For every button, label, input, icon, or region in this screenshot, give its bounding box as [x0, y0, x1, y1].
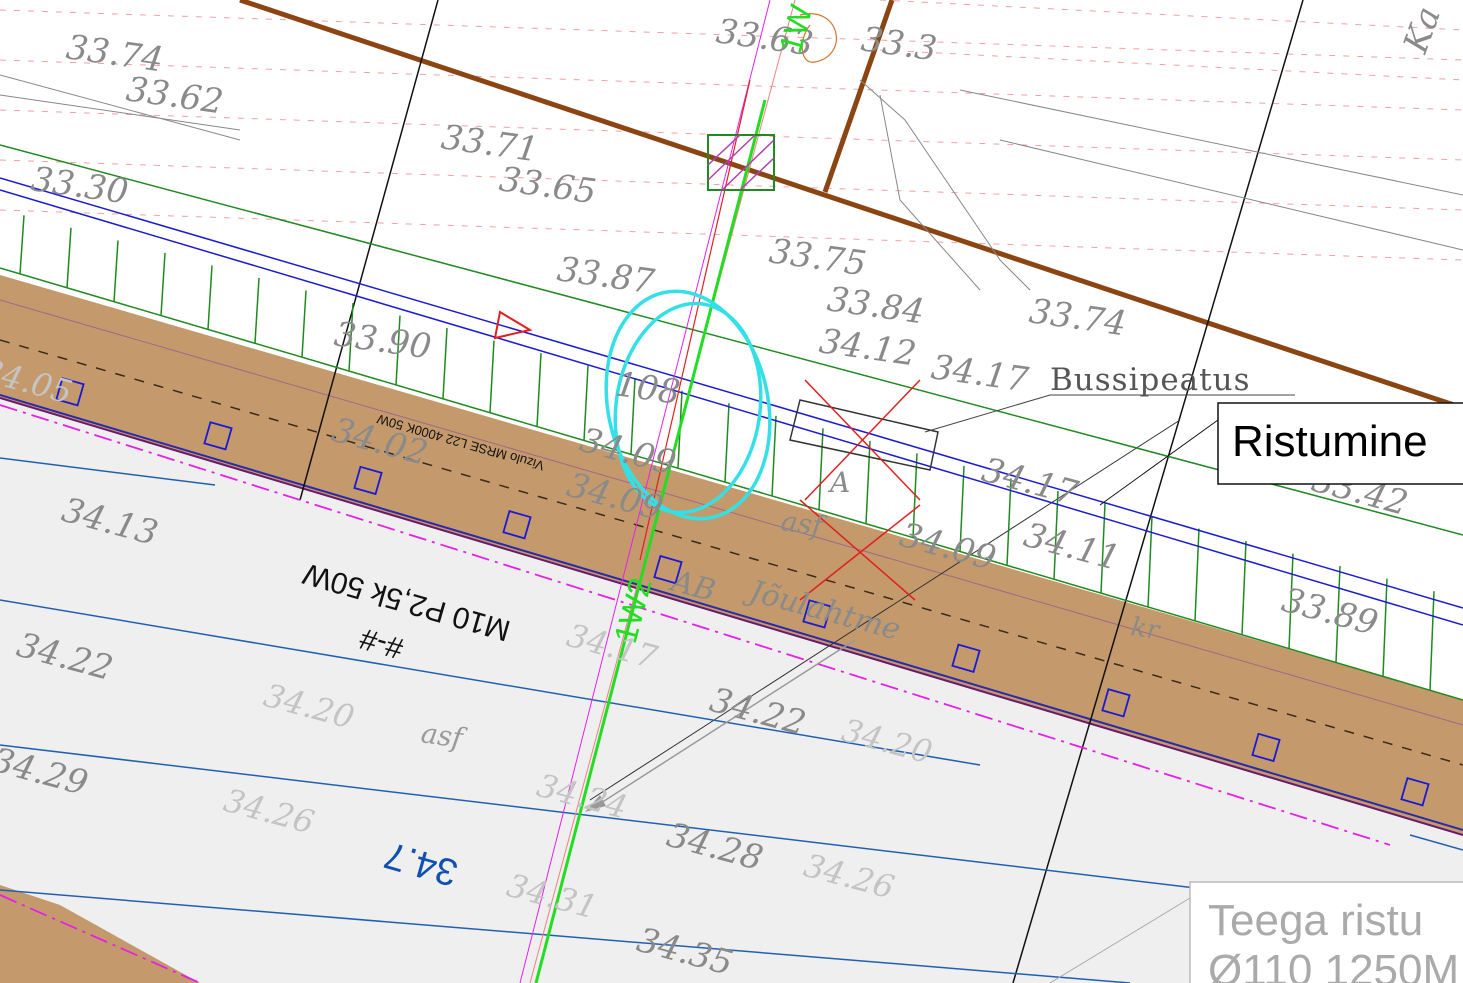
curb-tick: [160, 252, 166, 316]
curb-tick: [207, 265, 213, 330]
elevation-label: 33.74: [1027, 291, 1129, 344]
surface-label: kr: [1129, 612, 1163, 646]
curb-tick: [1147, 515, 1153, 608]
cable-junction-box: [707, 134, 775, 191]
curb-tick: [113, 240, 119, 302]
pipe-callout-label: Ø110 1250M: [1208, 946, 1459, 983]
curb-tick: [301, 290, 307, 358]
elevation-label: 33.87: [555, 249, 657, 302]
curb-tick: [1429, 591, 1435, 691]
curb-tick: [1382, 578, 1388, 677]
elevation-label: 34.17: [978, 450, 1083, 514]
curb-tick: [489, 340, 495, 413]
crossing-callout-label: Ristumine: [1232, 417, 1428, 466]
curb-tick: [818, 428, 824, 510]
node-id-label: 108: [613, 364, 683, 413]
side-label-a: A: [827, 466, 850, 499]
site-plan-map: 33.74 33.62 33.71 33.65 33.30 33.63 33.3…: [0, 0, 1463, 983]
curb-tick: [442, 328, 448, 399]
pipe-callout-label: Teega ristu: [1208, 896, 1423, 945]
curb-tick: [724, 403, 730, 483]
curb-tick: [1241, 541, 1247, 635]
curb-tick: [66, 227, 72, 288]
corner-fragment-label: Ka: [1396, 1, 1450, 59]
elevation-label: 33.62: [124, 69, 226, 122]
elevation-label: 34.11: [1020, 515, 1124, 579]
elevation-label: 34.17: [929, 347, 1031, 400]
curb-tick: [254, 277, 260, 344]
curb-tick: [536, 353, 542, 427]
curb-tick: [771, 415, 777, 496]
elevation-label: 33.65: [497, 159, 599, 212]
curb-tick: [19, 215, 25, 274]
elevation-label: 33.30: [29, 159, 131, 212]
elevation-label: 33.75: [767, 231, 869, 284]
curb-tick: [865, 440, 871, 524]
elevation-label: 33.90: [332, 314, 434, 367]
curb-tick: [1194, 528, 1200, 621]
elevation-label: 33.89: [1278, 580, 1382, 644]
bus-stop-label: Bussipeatus: [1050, 362, 1250, 398]
